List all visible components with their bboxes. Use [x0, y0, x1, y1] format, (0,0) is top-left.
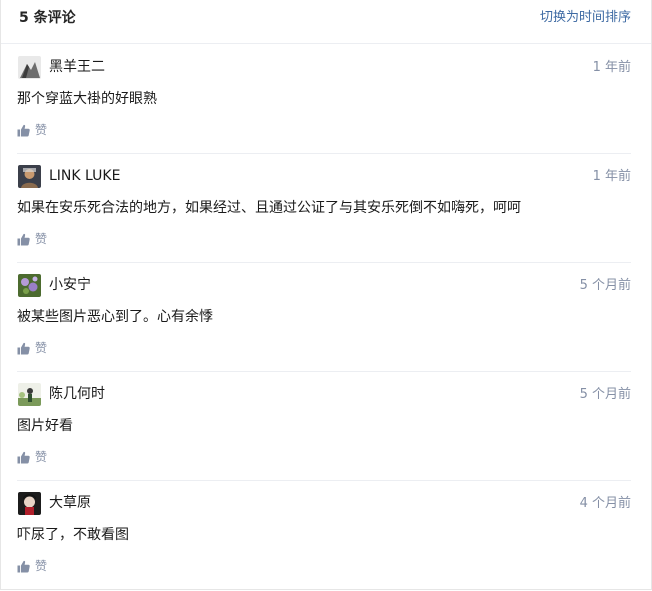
- like-label: 赞: [35, 450, 48, 464]
- comments-header: 5 条评论 切换为时间排序: [1, 0, 651, 44]
- comment-text: 吓尿了，不敢看图: [17, 527, 129, 543]
- thumbs-up-icon: [17, 233, 30, 245]
- comment-author[interactable]: 陈几何时: [49, 384, 105, 404]
- like-button[interactable]: 赞: [17, 121, 47, 139]
- like-label: 赞: [35, 559, 48, 573]
- comment-author[interactable]: 黑羊王二: [49, 57, 105, 77]
- thumbs-up-icon: [17, 451, 30, 463]
- like-button[interactable]: 赞: [17, 448, 47, 466]
- like-button[interactable]: 赞: [17, 557, 47, 575]
- like-label: 赞: [35, 232, 48, 246]
- comment-item: 黑羊王二 1 年前 那个穿蓝大褂的好眼熟 赞: [17, 44, 631, 154]
- thumbs-up-icon: [17, 124, 30, 136]
- comment-time: 5 个月前: [579, 278, 631, 293]
- comment-author[interactable]: LINK LUKE: [49, 166, 120, 186]
- thumbs-up-icon: [17, 560, 30, 572]
- comment-time: 4 个月前: [579, 496, 631, 511]
- comment-author[interactable]: 大草原: [49, 493, 91, 513]
- avatar[interactable]: [18, 383, 41, 406]
- comment-time: 5 个月前: [579, 387, 631, 402]
- avatar[interactable]: [18, 274, 41, 297]
- comment-item: LINK LUKE 1 年前 如果在安乐死合法的地方，如果经过、且通过公证了与其…: [17, 153, 631, 263]
- comment-item: 陈几何时 5 个月前 图片好看 赞: [17, 371, 631, 481]
- comment-text: 图片好看: [17, 418, 73, 434]
- avatar[interactable]: [18, 165, 41, 188]
- sort-by-time-link[interactable]: 切换为时间排序: [540, 9, 631, 27]
- comments-count-title: 5 条评论: [19, 10, 76, 26]
- comment-author[interactable]: 小安宁: [49, 275, 91, 295]
- like-label: 赞: [35, 341, 48, 355]
- comment-text: 被某些图片恶心到了。心有余悸: [17, 309, 213, 325]
- avatar[interactable]: [18, 492, 41, 515]
- comment-item: 小安宁 5 个月前 被某些图片恶心到了。心有余悸 赞: [17, 262, 631, 372]
- comment-time: 1 年前: [592, 60, 631, 75]
- comment-item: 大草原 4 个月前 吓尿了，不敢看图 赞: [17, 480, 631, 589]
- comments-panel: 5 条评论 切换为时间排序 黑羊王二 1 年前 那个穿蓝大褂的好眼熟 赞 LIN…: [0, 0, 652, 590]
- avatar[interactable]: [18, 56, 41, 79]
- comment-time: 1 年前: [592, 169, 631, 184]
- comment-text: 如果在安乐死合法的地方，如果经过、且通过公证了与其安乐死倒不如嗨死，呵呵: [17, 200, 521, 216]
- like-button[interactable]: 赞: [17, 339, 47, 357]
- like-label: 赞: [35, 123, 48, 137]
- like-button[interactable]: 赞: [17, 230, 47, 248]
- comment-text: 那个穿蓝大褂的好眼熟: [17, 91, 157, 107]
- thumbs-up-icon: [17, 342, 30, 354]
